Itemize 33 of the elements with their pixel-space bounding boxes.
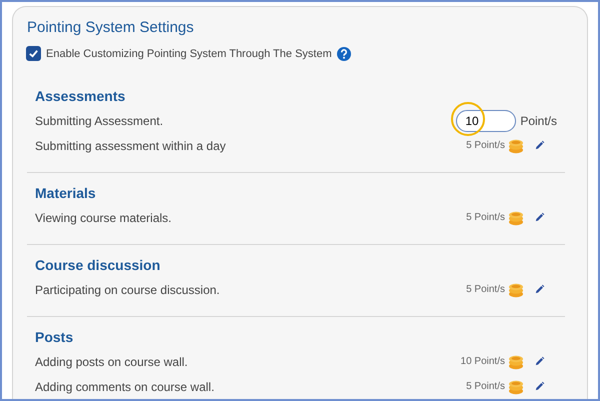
- setting-label: Participating on course discussion.: [35, 282, 221, 296]
- points-value: 5 Point/s: [466, 284, 505, 295]
- section-heading: Posts: [35, 329, 74, 345]
- edit-icon[interactable]: [534, 381, 545, 392]
- edit-icon[interactable]: [534, 356, 545, 367]
- coins-icon: [508, 138, 524, 154]
- setting-label: Submitting assessment within a day: [35, 138, 227, 152]
- points-value: 5 Point/s: [466, 381, 505, 392]
- points-input-field[interactable]: 10: [456, 110, 516, 132]
- unit-label: Point/s: [520, 114, 557, 128]
- setting-label: Adding comments on course wall.: [35, 380, 216, 394]
- highlight-ring: [451, 102, 486, 136]
- edit-icon[interactable]: [534, 284, 545, 295]
- section-heading: Materials: [35, 185, 97, 201]
- coins-icon: [508, 378, 524, 394]
- edit-icon[interactable]: [534, 140, 545, 151]
- coins-icon: [508, 282, 524, 298]
- points-value: 5 Point/s: [466, 212, 505, 223]
- coins-icon: [508, 210, 524, 226]
- edit-icon[interactable]: [534, 212, 545, 223]
- points-value: 10 Point/s: [460, 356, 505, 367]
- points-value: 5 Point/s: [466, 140, 505, 151]
- setting-label: Viewing course materials.: [35, 210, 173, 224]
- coins-icon: [508, 354, 524, 370]
- setting-label: Submitting Assessment.: [35, 114, 164, 128]
- settings-title: Pointing System Settings: [27, 19, 195, 36]
- section-heading: Assessments: [35, 88, 126, 104]
- checkbox-label: Enable Customizing Pointing System Through The System: [46, 48, 332, 60]
- section-heading: Course discussion: [35, 257, 162, 273]
- check-icon: [28, 48, 39, 59]
- checkbox[interactable]: [26, 46, 41, 61]
- help-icon[interactable]: [336, 46, 351, 60]
- setting-label: Adding posts on course wall.: [35, 354, 189, 368]
